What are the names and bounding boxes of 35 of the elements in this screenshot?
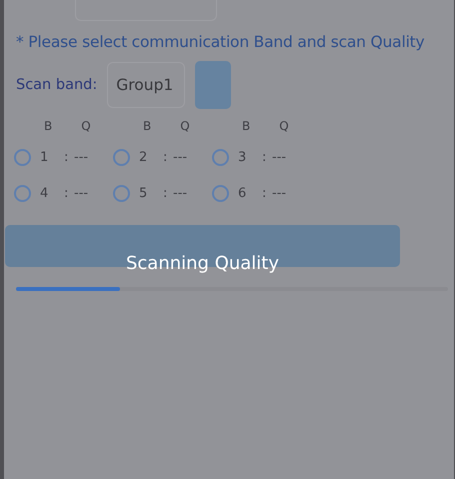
- radio-button[interactable]: [212, 184, 229, 202]
- scanning-message: Scanning Quality: [124, 253, 280, 274]
- quality-header: Q: [279, 119, 289, 135]
- separator-colon: :: [64, 150, 70, 164]
- separator-colon: :: [262, 186, 268, 200]
- separator-colon: :: [163, 150, 168, 164]
- separator-colon: :: [163, 186, 168, 200]
- quality-header: Q: [180, 119, 190, 135]
- band-number: 5: [139, 186, 148, 200]
- band-select[interactable]: Group1: [107, 62, 186, 108]
- quality-value: ---: [272, 186, 286, 200]
- separator-colon: :: [64, 186, 70, 200]
- band-header: B: [242, 119, 250, 135]
- scan-button[interactable]: [195, 61, 232, 109]
- band-header: B: [44, 119, 52, 135]
- quality-value: ---: [173, 186, 188, 200]
- radio-button[interactable]: [212, 148, 229, 166]
- band-number: 1: [40, 150, 50, 164]
- radio-button[interactable]: [113, 148, 130, 166]
- radio-button[interactable]: [14, 184, 31, 202]
- band-number: 6: [238, 186, 248, 200]
- radio-button[interactable]: [14, 148, 31, 166]
- quality-header: Q: [81, 119, 91, 135]
- quality-value: ---: [272, 150, 286, 164]
- band-number: 2: [139, 150, 148, 164]
- quality-value: ---: [173, 150, 188, 164]
- separator-colon: :: [262, 150, 268, 164]
- scan-band-label: Scan band:: [16, 77, 98, 93]
- band-number: 3: [238, 150, 248, 164]
- instruction-text: * Please select communication Band and scan Quality: [16, 33, 426, 51]
- radio-button[interactable]: [113, 184, 130, 202]
- quality-value: ---: [74, 186, 88, 200]
- band-number: 4: [40, 186, 50, 200]
- quality-value: ---: [74, 150, 88, 164]
- band-header: B: [143, 119, 152, 135]
